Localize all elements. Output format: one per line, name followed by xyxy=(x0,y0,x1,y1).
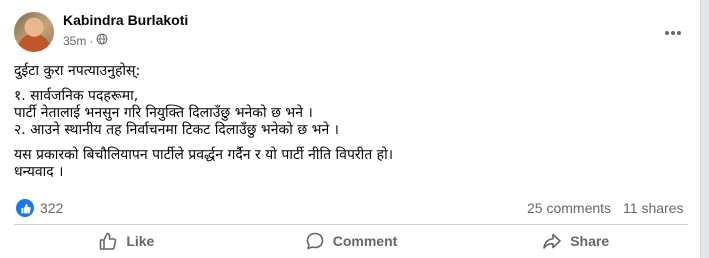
reaction-count: 322 xyxy=(40,200,64,216)
shares-count[interactable]: 11 shares xyxy=(623,200,683,216)
post-time[interactable]: 35m xyxy=(63,34,86,48)
post-line: २. आउने स्थानीय तह निर्वाचनमा टिकट दिलाउ… xyxy=(14,122,339,138)
reaction-summary[interactable]: 322 xyxy=(16,199,63,217)
comment-label: Comment xyxy=(332,233,398,249)
post-line: १. सार्वजनिक पदहरूमा, xyxy=(14,88,139,104)
meta-separator: · xyxy=(89,33,94,48)
post-line: यस प्रकारको बिचौलियापन पार्टीले प्रवर्द्… xyxy=(14,147,394,163)
post-actions: Like Comment Share xyxy=(14,226,688,256)
post-card: Kabindra Burlakoti 35m · दुईटा कुरा नपत्… xyxy=(0,0,701,258)
comment-bubble-icon xyxy=(305,231,325,251)
like-reaction-icon xyxy=(16,199,34,217)
like-button[interactable]: Like xyxy=(14,226,239,256)
thumbs-up-icon xyxy=(98,231,118,251)
more-options-button[interactable] xyxy=(662,22,684,38)
action-divider xyxy=(14,224,688,225)
like-label: Like xyxy=(126,233,155,249)
author-name[interactable]: Kabindra Burlakoti xyxy=(63,12,188,28)
comments-count[interactable]: 25 comments xyxy=(527,200,611,216)
post-meta: 35m · xyxy=(63,33,108,48)
share-button[interactable]: Share xyxy=(463,226,688,256)
post-text: दुईटा कुरा नपत्याउनुहोस्: १. सार्वजनिक प… xyxy=(14,63,684,181)
engagement-counts: 25 comments 11 shares xyxy=(527,200,684,216)
share-label: Share xyxy=(570,233,610,249)
post-line: पार्टी नेतालाई भनसुन गरि नियुक्ति दिलाउँ… xyxy=(14,105,313,121)
share-arrow-icon xyxy=(542,231,562,251)
comment-button[interactable]: Comment xyxy=(239,226,464,256)
post-line: धन्यवाद । xyxy=(14,164,64,180)
globe-icon xyxy=(96,33,108,48)
more-dots-icon xyxy=(664,21,682,40)
author-avatar[interactable] xyxy=(14,12,54,52)
post-line: दुईटा कुरा नपत्याउनुहोस्: xyxy=(14,63,141,79)
